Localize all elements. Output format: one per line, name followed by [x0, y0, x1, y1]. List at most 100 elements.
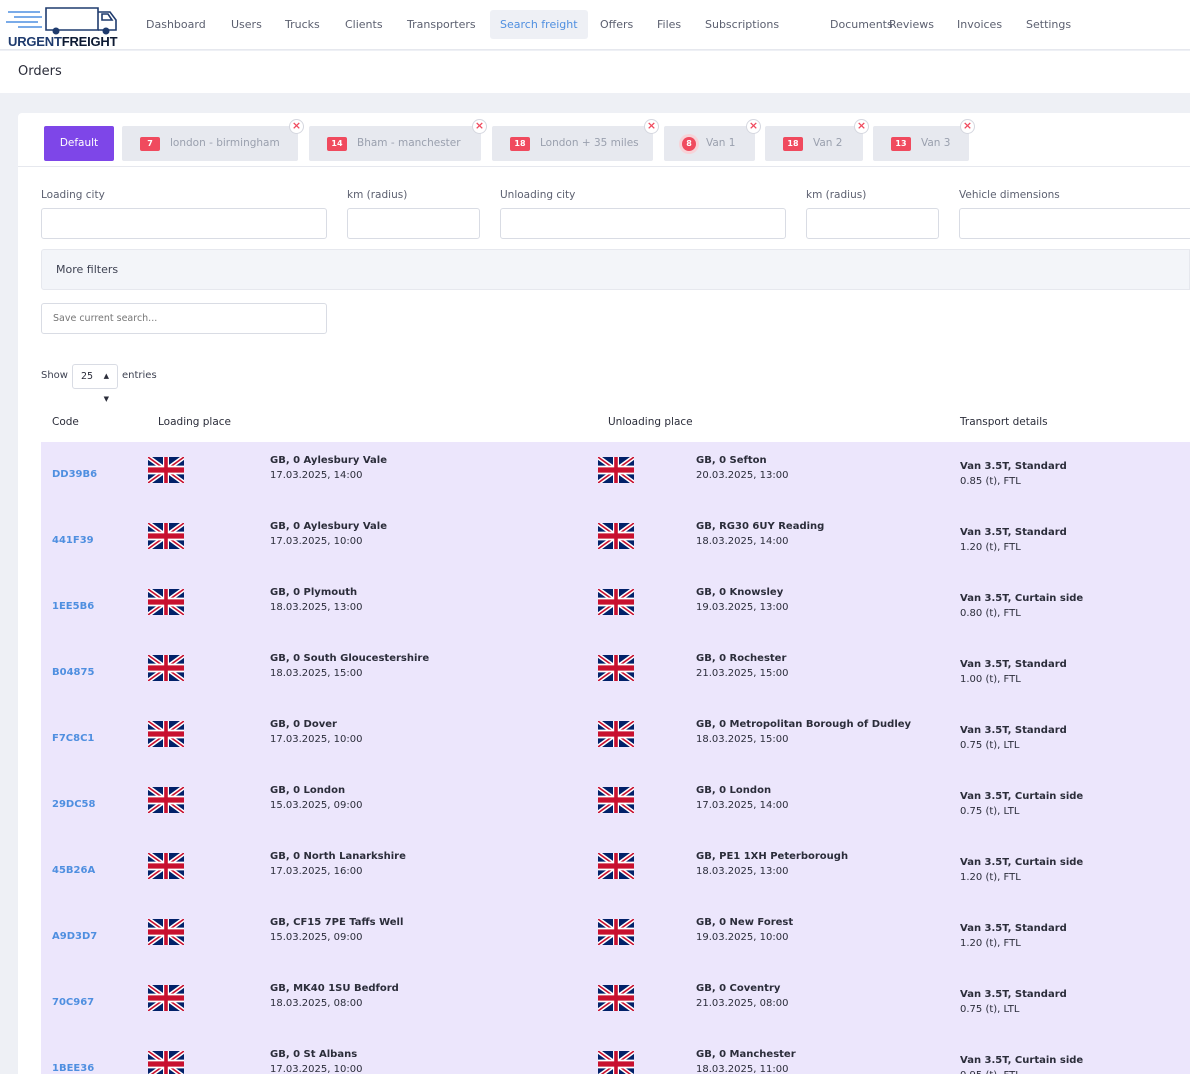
loading-radius-input[interactable] — [347, 208, 480, 239]
tab-default[interactable]: Default — [44, 126, 114, 161]
nav-item-trucks[interactable]: Trucks — [275, 10, 330, 39]
unloading-date: 17.03.2025, 14:00 — [696, 800, 789, 811]
table-row[interactable]: 1EE5B6 GB, 0 Plymouth 18.03.2025, 13:00 GB,… — [41, 574, 1190, 640]
tab-saved-search[interactable]: 8 Van 1 — [664, 126, 755, 161]
table-row[interactable]: 1BEE36 GB, 0 St Albans 17.03.2025, 10:00 GB… — [41, 1036, 1190, 1074]
vehicle-type: Van 3.5T, Standard — [960, 527, 1067, 538]
order-code-link[interactable]: 441F39 — [52, 535, 94, 546]
table-row[interactable]: DD39B6 GB, 0 Aylesbury Vale 17.03.2025, 14… — [41, 442, 1190, 508]
nav-item-transporters[interactable]: Transporters — [397, 10, 486, 39]
nav-item-reviews[interactable]: Reviews — [879, 10, 944, 39]
nav-item-offers[interactable]: Offers — [590, 10, 643, 39]
table-row[interactable]: A9D3D7 GB, CF15 7PE Taffs Well 15.03.2025,… — [41, 904, 1190, 970]
loading-place: GB, 0 Dover 17.03.2025, 10:00 — [270, 717, 362, 747]
loading-location: GB, 0 North Lanarkshire — [270, 851, 406, 862]
transport-details: Van 3.5T, Standard 0.75 (t), LTL — [960, 987, 1067, 1017]
load-weight: 1.00 (t), FTL — [960, 674, 1021, 685]
vehicle-type: Van 3.5T, Standard — [960, 923, 1067, 934]
table-row[interactable]: 29DC58 GB, 0 London 15.03.2025, 09:00 GB, 0… — [41, 772, 1190, 838]
order-code-link[interactable]: 1EE5B6 — [52, 601, 94, 612]
unloading-date: 20.03.2025, 13:00 — [696, 470, 789, 481]
close-icon[interactable]: × — [289, 119, 304, 134]
close-icon[interactable]: × — [644, 119, 659, 134]
unloading-date: 19.03.2025, 13:00 — [696, 602, 789, 613]
col-code[interactable]: Code — [52, 416, 79, 428]
order-code-link[interactable]: F7C8C1 — [52, 733, 94, 744]
vehicle-type: Van 3.5T, Curtain side — [960, 857, 1084, 868]
transport-details: Van 3.5T, Curtain side 0.75 (t), LTL — [960, 789, 1083, 819]
unloading-date: 18.03.2025, 13:00 — [696, 866, 789, 877]
tab-label: Van 3 — [921, 137, 951, 149]
table-row[interactable]: 441F39 GB, 0 Aylesbury Vale 17.03.2025, 10… — [41, 508, 1190, 574]
more-filters-toggle[interactable]: More filters — [41, 249, 1190, 290]
col-unloading-place[interactable]: Unloading place — [608, 416, 693, 428]
brand-name-part1: URGENT — [8, 34, 62, 49]
nav-item-dashboard[interactable]: Dashboard — [136, 10, 216, 39]
uk-flag-icon — [147, 652, 185, 684]
loading-place: GB, 0 Plymouth 18.03.2025, 13:00 — [270, 585, 362, 615]
tab-label: Bham - manchester — [357, 137, 461, 149]
nav-item-clients[interactable]: Clients — [335, 10, 393, 39]
order-code-link[interactable]: 1BEE36 — [52, 1063, 94, 1074]
loading-date: 17.03.2025, 10:00 — [270, 1064, 363, 1074]
brand-logo[interactable]: URGENTFREIGHT — [4, 2, 120, 49]
tab-saved-search[interactable]: 18 London + 35 miles — [492, 126, 653, 161]
nav-item-search-freight[interactable]: Search freight — [490, 10, 588, 39]
save-search-input[interactable] — [41, 303, 327, 334]
order-code-link[interactable]: B04875 — [52, 667, 94, 678]
loading-date: 18.03.2025, 15:00 — [270, 668, 363, 679]
order-code-link[interactable]: DD39B6 — [52, 469, 97, 480]
tab-saved-search[interactable]: 13 Van 3 — [873, 126, 969, 161]
close-icon[interactable]: × — [472, 119, 487, 134]
loading-location: GB, CF15 7PE Taffs Well — [270, 917, 404, 928]
loading-location: GB, 0 South Gloucestershire — [270, 653, 430, 664]
loading-date: 18.03.2025, 13:00 — [270, 602, 363, 613]
transport-details: Van 3.5T, Standard 1.00 (t), FTL — [960, 657, 1067, 687]
close-icon[interactable]: × — [854, 119, 869, 134]
tab-label: Van 1 — [706, 137, 736, 149]
brand-name-part2: FREIGHT — [61, 34, 118, 49]
order-code-link[interactable]: 70C967 — [52, 997, 94, 1008]
close-icon[interactable]: × — [746, 119, 761, 134]
uk-flag-icon — [147, 1048, 185, 1074]
unloading-location: GB, 0 Rochester — [696, 653, 787, 664]
entries-per-page-select[interactable]: 25 ▲ ▼ — [72, 364, 118, 403]
vehicle-type: Van 3.5T, Standard — [960, 725, 1067, 736]
loading-location: GB, MK40 1SU Bedford — [270, 983, 399, 994]
load-weight: 1.20 (t), FTL — [960, 542, 1021, 553]
table-row[interactable]: F7C8C1 GB, 0 Dover 17.03.2025, 10:00 GB, 0 … — [41, 706, 1190, 772]
nav-item-files[interactable]: Files — [647, 10, 691, 39]
nav-item-invoices[interactable]: Invoices — [947, 10, 1012, 39]
tab-saved-search[interactable]: 18 Van 2 — [765, 126, 863, 161]
vehicle-dimensions-input[interactable] — [959, 208, 1190, 239]
order-code-link[interactable]: 29DC58 — [52, 799, 95, 810]
unloading-date: 18.03.2025, 15:00 — [696, 734, 789, 745]
loading-location: GB, 0 Dover — [270, 719, 337, 730]
loading-city-input[interactable] — [41, 208, 327, 239]
tab-saved-search[interactable]: 7 london - birmingham — [122, 126, 298, 161]
count-badge: 14 — [327, 137, 347, 151]
loading-date: 17.03.2025, 10:00 — [270, 536, 363, 547]
table-row[interactable]: 70C967 GB, MK40 1SU Bedford 18.03.2025, 08… — [41, 970, 1190, 1036]
loading-location: GB, 0 London — [270, 785, 346, 796]
unloading-city-input[interactable] — [500, 208, 786, 239]
nav-item-users[interactable]: Users — [221, 10, 272, 39]
transport-details: Van 3.5T, Standard 0.85 (t), FTL — [960, 459, 1067, 489]
order-code-link[interactable]: 45B26A — [52, 865, 95, 876]
tab-saved-search[interactable]: 14 Bham - manchester — [309, 126, 481, 161]
nav-item-subscriptions[interactable]: Subscriptions — [695, 10, 789, 39]
loading-place: GB, 0 Aylesbury Vale 17.03.2025, 10:00 — [270, 519, 387, 549]
unloading-radius-input[interactable] — [806, 208, 939, 239]
table-row[interactable]: B04875 GB, 0 South Gloucestershire 18.03.2… — [41, 640, 1190, 706]
close-icon[interactable]: × — [960, 119, 975, 134]
order-code-link[interactable]: A9D3D7 — [52, 931, 97, 942]
uk-flag-icon — [147, 850, 185, 882]
load-weight: 0.75 (t), LTL — [960, 1004, 1020, 1015]
col-loading-place[interactable]: Loading place — [158, 416, 231, 428]
uk-flag-icon — [147, 586, 185, 618]
nav-item-settings[interactable]: Settings — [1016, 10, 1081, 39]
loading-date: 15.03.2025, 09:00 — [270, 800, 363, 811]
unloading-date: 21.03.2025, 15:00 — [696, 668, 789, 679]
table-row[interactable]: 45B26A GB, 0 North Lanarkshire 17.03.2025,… — [41, 838, 1190, 904]
col-transport-details[interactable]: Transport details — [960, 416, 1048, 428]
